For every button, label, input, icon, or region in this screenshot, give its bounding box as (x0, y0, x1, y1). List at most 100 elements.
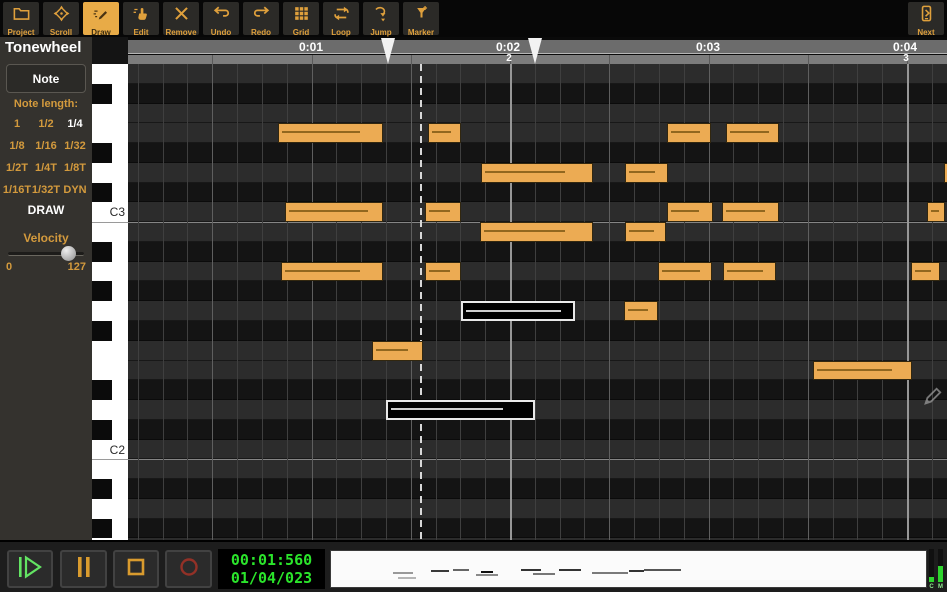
toolbar-button-jump[interactable]: Jump (363, 2, 399, 35)
midi-note[interactable] (722, 202, 779, 222)
note-velocity-line (931, 210, 939, 212)
midi-note-selected[interactable] (461, 301, 575, 321)
song-overview-minimap[interactable] (330, 550, 927, 588)
midi-note[interactable] (723, 262, 776, 282)
note-velocity-line (726, 210, 765, 212)
midi-note[interactable] (425, 262, 461, 282)
pause-button[interactable] (60, 550, 107, 588)
note-length-option-1-4t[interactable]: 1/4T (31, 157, 61, 179)
midi-note[interactable] (667, 123, 711, 143)
note-button[interactable]: Note (6, 64, 86, 93)
toolbar-button-grid[interactable]: Grid (283, 2, 319, 35)
midi-note[interactable] (658, 262, 712, 282)
piano-roll-grid[interactable] (128, 64, 947, 540)
play-button[interactable] (7, 550, 53, 588)
midi-note[interactable] (481, 163, 593, 183)
record-button[interactable] (165, 550, 212, 588)
midi-note[interactable] (625, 222, 666, 242)
black-key[interactable] (92, 479, 112, 499)
grid-row (128, 479, 947, 499)
grid-row (128, 242, 947, 262)
note-length-option-1-16t[interactable]: 1/16T (2, 179, 32, 201)
pencil-cursor-indicator (921, 386, 943, 413)
grid-beat-line (411, 64, 412, 540)
midi-note[interactable] (372, 341, 423, 361)
minimap-note-dash (521, 569, 541, 571)
note-length-option-1-32t[interactable]: 1/32T (31, 179, 61, 201)
midi-note-selected[interactable] (386, 400, 535, 420)
undo-arrow-icon (212, 2, 231, 28)
note-length-option-1-32[interactable]: 1/32 (60, 135, 90, 157)
midi-note[interactable] (281, 262, 383, 282)
grid-sixteenth-line (386, 64, 387, 540)
midi-note[interactable] (667, 202, 713, 222)
toolbar-button-marker[interactable]: Marker (403, 2, 439, 35)
note-velocity-line (817, 369, 892, 371)
note-length-option-1-4[interactable]: 1/4 (60, 113, 90, 135)
black-key[interactable] (92, 242, 112, 262)
black-key[interactable] (92, 380, 112, 400)
toolbar-button-project[interactable]: Project (3, 2, 39, 35)
grid-sixteenth-line (857, 64, 858, 540)
midi-note[interactable] (425, 202, 461, 222)
velocity-label: Velocity (0, 231, 92, 245)
midi-note[interactable] (813, 361, 912, 381)
toolbar-button-label: Draw (91, 28, 111, 37)
midi-note[interactable] (726, 123, 779, 143)
toolbar-button-scroll[interactable]: Scroll (43, 2, 79, 35)
timeline-marker-flag[interactable] (381, 38, 395, 64)
black-key[interactable] (92, 281, 112, 301)
black-key[interactable] (92, 143, 112, 163)
midi-note[interactable] (911, 262, 940, 282)
midi-note[interactable] (625, 163, 668, 183)
note-length-option-1-8t[interactable]: 1/8T (60, 157, 90, 179)
midi-note[interactable] (285, 202, 383, 222)
note-length-option-1-16[interactable]: 1/16 (31, 135, 61, 157)
grid-row (128, 183, 947, 203)
toolbar-button-draw[interactable]: Draw (83, 2, 119, 35)
grid-row (128, 104, 947, 124)
grid-beat-line (212, 64, 213, 540)
piano-keyboard[interactable]: C3C2 (92, 64, 128, 540)
black-key[interactable] (92, 519, 112, 539)
velocity-slider[interactable] (8, 252, 84, 256)
midi-note[interactable] (480, 222, 593, 242)
black-key[interactable] (92, 321, 112, 341)
note-length-option-dyn[interactable]: DYN (60, 179, 90, 201)
toolbar-button-loop[interactable]: Loop (323, 2, 359, 35)
note-length-option-1-2t[interactable]: 1/2T (2, 157, 32, 179)
toolbar-button-next[interactable]: Next (908, 2, 944, 35)
main-toolbar: ProjectScroll Draw EditRemoveUndo Redo GridL… (0, 0, 947, 37)
toolbar-button-edit[interactable]: Edit (123, 2, 159, 35)
level-meter-fill (929, 577, 934, 582)
folder-icon (12, 2, 31, 28)
note-length-option-1-2[interactable]: 1/2 (31, 113, 61, 135)
toolbar-button-label: Next (917, 28, 934, 37)
toolbar-button-remove[interactable]: Remove (163, 2, 199, 35)
timeline-ruler[interactable]: 0:010:020:030:04 23 (128, 37, 947, 64)
playhead-cursor[interactable] (420, 64, 422, 540)
grid-row (128, 123, 947, 143)
toolbar-button-redo[interactable]: Redo (243, 2, 279, 35)
grid-row (128, 202, 947, 222)
stop-button[interactable] (113, 550, 159, 588)
toolbar-button-label: Redo (251, 28, 271, 37)
grid-row (128, 262, 947, 282)
midi-note[interactable] (428, 123, 461, 143)
midi-note[interactable] (927, 202, 945, 222)
velocity-slider-handle[interactable] (61, 246, 76, 261)
note-length-option-1-8[interactable]: 1/8 (2, 135, 32, 157)
note-velocity-line (429, 210, 450, 212)
black-key[interactable] (92, 84, 112, 104)
note-length-option-1[interactable]: 1 (2, 113, 32, 135)
instrument-title: Tonewheel (5, 39, 81, 56)
note-velocity-line (629, 230, 654, 232)
midi-note[interactable] (278, 123, 383, 143)
scroll-move-icon (52, 2, 71, 28)
toolbar-button-undo[interactable]: Undo (203, 2, 239, 35)
black-key[interactable] (92, 420, 112, 440)
midi-note[interactable] (624, 301, 658, 321)
black-key[interactable] (92, 183, 112, 203)
timeline-marker-flag[interactable] (528, 38, 542, 64)
note-velocity-line (915, 270, 931, 272)
